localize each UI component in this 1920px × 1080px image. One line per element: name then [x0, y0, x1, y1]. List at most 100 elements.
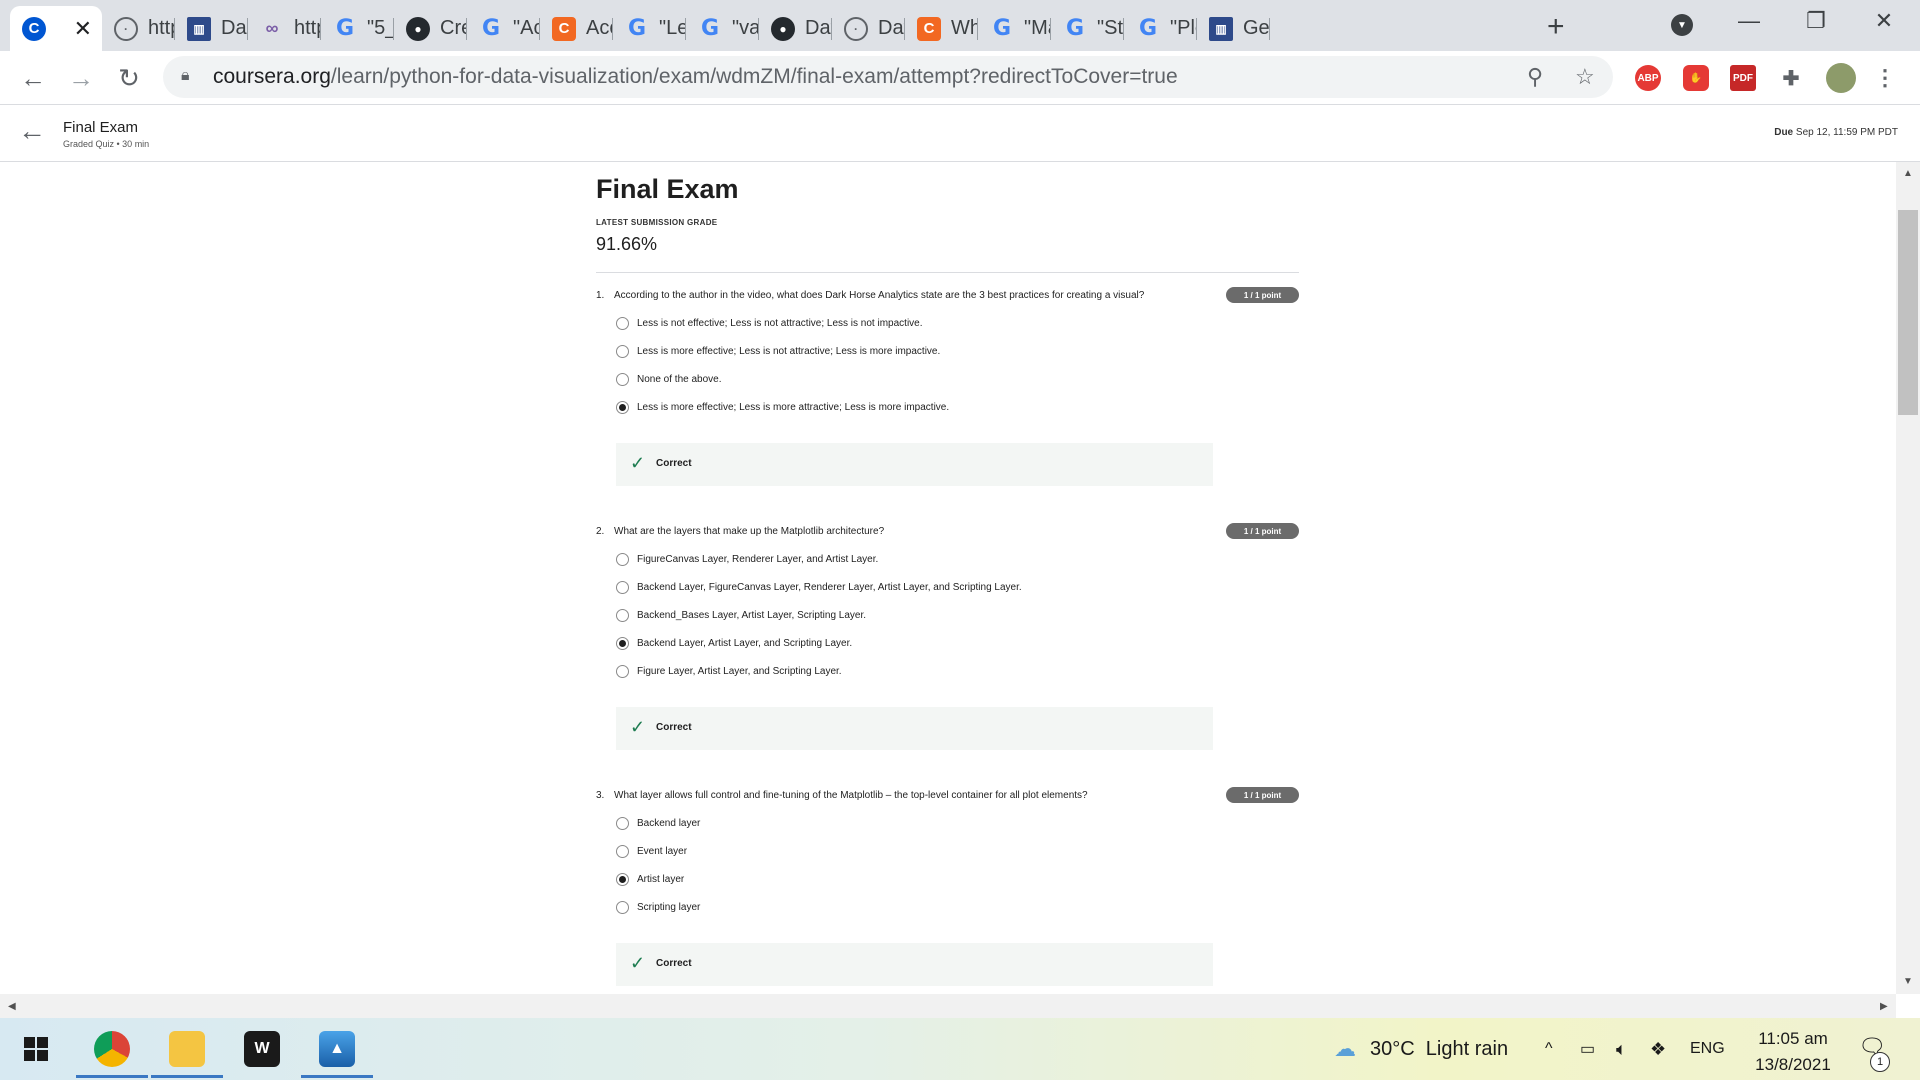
address-bar[interactable]: 🔒︎ coursera.org/learn/python-for-data-vi…	[163, 56, 1613, 98]
scrollbar-thumb[interactable]	[1898, 210, 1918, 415]
option-text: Less is more effective; Less is not attr…	[637, 345, 941, 357]
browser-tab[interactable]: ● Cre	[394, 6, 467, 51]
clock[interactable]: 11:05 am 13/8/2021	[1738, 1026, 1848, 1078]
browser-tab[interactable]: C ✕	[10, 6, 102, 51]
option-text: Artist layer	[637, 873, 685, 885]
ublock-icon[interactable]: ✋	[1683, 65, 1709, 91]
bookmark-star-icon[interactable]: ☆	[1575, 64, 1595, 90]
answer-option[interactable]: Less is not effective; Less is not attra…	[616, 315, 923, 331]
radio-button[interactable]	[616, 664, 629, 678]
radio-button[interactable]	[616, 316, 629, 330]
question-text: 1. According to the author in the video, …	[596, 290, 1144, 301]
checkmark-icon: ✓	[630, 453, 646, 473]
tab-title: "Sta	[1097, 17, 1124, 39]
menu-kebab-icon[interactable]: ⋮	[1872, 65, 1898, 91]
dropbox-icon[interactable]: ❖	[1650, 1018, 1666, 1080]
radio-button[interactable]	[616, 608, 629, 622]
answer-option[interactable]: None of the above.	[616, 371, 722, 387]
taskbar-chrome[interactable]	[76, 1018, 148, 1080]
radio-selected[interactable]	[616, 872, 629, 886]
taskbar-file-explorer[interactable]	[151, 1018, 223, 1080]
answer-option[interactable]: Figure Layer, Artist Layer, and Scriptin…	[616, 663, 842, 679]
profile-avatar[interactable]	[1826, 63, 1856, 93]
extensions-puzzle-icon[interactable]: ✚	[1778, 65, 1804, 91]
scroll-left-icon[interactable]: ◀	[8, 1001, 16, 1012]
pdf-extension-icon[interactable]: PDF	[1730, 65, 1756, 91]
browser-tab[interactable]: · http	[102, 6, 175, 51]
answer-option[interactable]: Less is more effective; Less is more att…	[616, 399, 949, 415]
browser-tab[interactable]: G "Ac	[467, 6, 540, 51]
weather-text: 30°C Light rain	[1370, 1037, 1509, 1060]
scroll-right-icon[interactable]: ▶	[1880, 1001, 1888, 1012]
radio-button[interactable]	[616, 344, 629, 358]
minimize-icon[interactable]: —	[1729, 8, 1769, 34]
adblock-plus-icon[interactable]: ABP	[1635, 65, 1661, 91]
answer-option[interactable]: FigureCanvas Layer, Renderer Layer, and …	[616, 551, 878, 567]
tab-title: Wh	[951, 17, 978, 39]
language-indicator[interactable]: ENG	[1690, 1018, 1725, 1080]
option-text: None of the above.	[637, 373, 722, 385]
answer-option[interactable]: Artist layer	[616, 871, 684, 887]
checkmark-icon: ✓	[630, 953, 646, 973]
forward-icon[interactable]: →	[64, 61, 98, 95]
answer-option[interactable]: Backend_Bases Layer, Artist Layer, Scrip…	[616, 607, 866, 623]
browser-tab[interactable]: ● Dat	[759, 6, 832, 51]
feedback-box: ✓ Correct	[616, 943, 1213, 986]
browser-tab[interactable]: G "Le	[613, 6, 686, 51]
browser-tab[interactable]: · Dat	[832, 6, 905, 51]
answer-option[interactable]: Backend layer	[616, 815, 700, 831]
answer-option[interactable]: Event layer	[616, 843, 687, 859]
coursera-orange-icon: C	[552, 16, 576, 41]
browser-tab[interactable]: G "Plo	[1124, 6, 1197, 51]
browser-tab[interactable]: G "Sta	[1051, 6, 1124, 51]
radio-button[interactable]	[616, 844, 629, 858]
question-number: 2.	[596, 526, 605, 537]
radio-button[interactable]	[616, 900, 629, 914]
close-window-icon[interactable]: ✕	[1864, 8, 1904, 34]
taskbar-webex[interactable]: W	[226, 1018, 298, 1080]
url-text[interactable]: coursera.org/learn/python-for-data-visua…	[213, 65, 1178, 89]
github-icon: ●	[771, 16, 795, 41]
weather-widget[interactable]: ☁ 30°C Light rain	[1334, 1018, 1508, 1080]
answer-option[interactable]: Less is more effective; Less is not attr…	[616, 343, 940, 359]
scroll-up-icon[interactable]: ▲	[1903, 168, 1913, 179]
tab-close-icon[interactable]: ✕	[74, 16, 92, 42]
radio-selected[interactable]	[616, 636, 629, 650]
answer-option[interactable]: Backend Layer, FigureCanvas Layer, Rende…	[616, 579, 1022, 595]
tab-title: Das	[221, 17, 248, 39]
radio-button[interactable]	[616, 552, 629, 566]
show-hidden-icons[interactable]: ^	[1545, 1018, 1553, 1080]
browser-tab-strip: + ▼ — ❐ ✕ C✕·http▥Das∞httpG"5_F●CreG"AcC…	[0, 0, 1920, 51]
battery-icon[interactable]: ▭	[1580, 1018, 1595, 1080]
browser-tab[interactable]: ∞ http	[248, 6, 321, 51]
radio-selected[interactable]	[616, 400, 629, 414]
chart-icon: ▥	[1209, 16, 1233, 41]
start-button[interactable]	[0, 1018, 72, 1080]
new-tab-button[interactable]: +	[1547, 10, 1565, 44]
reload-icon[interactable]: ↻	[112, 61, 146, 95]
scroll-down-icon[interactable]: ▼	[1903, 976, 1913, 987]
zoom-icon[interactable]: ⚲	[1527, 64, 1543, 90]
browser-tab[interactable]: ▥ Das	[175, 6, 248, 51]
taskbar-photos[interactable]: ▲	[301, 1018, 373, 1080]
tab-search-icon[interactable]: ▼	[1671, 14, 1693, 36]
active-indicator	[301, 1075, 373, 1078]
lock-icon[interactable]: 🔒︎	[181, 67, 190, 85]
browser-tab[interactable]: C Acc	[540, 6, 613, 51]
horizontal-scrollbar[interactable]	[0, 994, 1896, 1018]
browser-tab[interactable]: G "va	[686, 6, 759, 51]
volume-icon[interactable]: 🔈︎	[1616, 1018, 1627, 1080]
back-icon[interactable]: ←	[16, 61, 50, 95]
browser-tab[interactable]: C Wh	[905, 6, 978, 51]
browser-tab[interactable]: ▥ Get	[1197, 6, 1270, 51]
radio-button[interactable]	[616, 372, 629, 386]
google-icon: G	[335, 16, 355, 41]
browser-tab[interactable]: G "5_F	[321, 6, 394, 51]
radio-button[interactable]	[616, 580, 629, 594]
browser-tab[interactable]: G "Ma	[978, 6, 1051, 51]
radio-button[interactable]	[616, 816, 629, 830]
answer-option[interactable]: Scripting layer	[616, 899, 700, 915]
answer-option[interactable]: Backend Layer, Artist Layer, and Scripti…	[616, 635, 852, 651]
back-arrow-icon[interactable]: ←	[18, 115, 46, 147]
restore-icon[interactable]: ❐	[1796, 8, 1836, 34]
